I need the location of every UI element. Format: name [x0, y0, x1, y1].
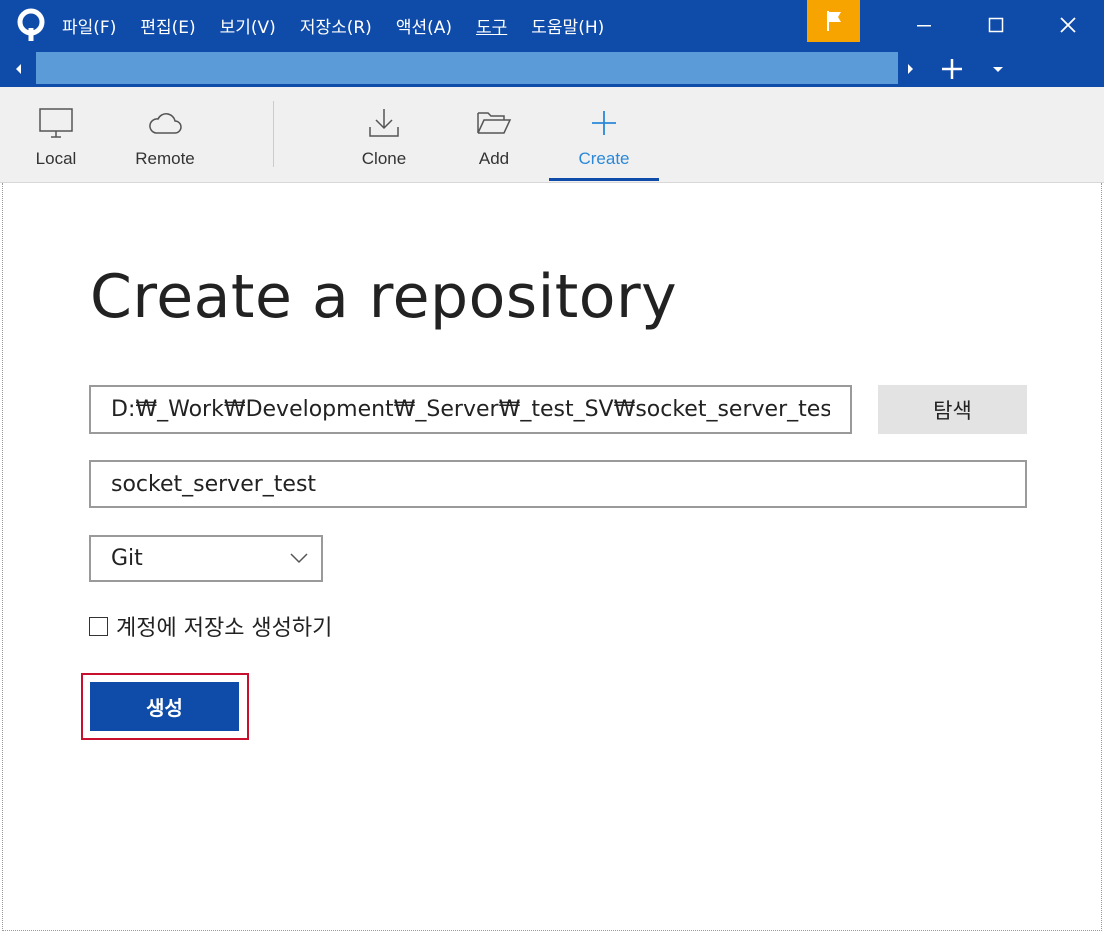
active-tab-indicator [549, 178, 659, 181]
minimize-button[interactable] [888, 0, 960, 50]
menu-actions[interactable]: 액션(A) [396, 13, 452, 38]
flag-icon [826, 11, 841, 31]
tab-add[interactable]: Add [460, 87, 528, 183]
create-remote-checkbox[interactable] [89, 616, 108, 636]
create-remote-option[interactable]: 계정에 저장소 생성하기 [89, 612, 333, 641]
folder-open-icon [476, 105, 512, 141]
menu-repository[interactable]: 저장소(R) [300, 13, 372, 38]
maximize-button[interactable] [960, 0, 1032, 50]
scroll-left-icon[interactable] [12, 60, 26, 78]
plus-icon [586, 105, 622, 141]
vcs-type-value: Git [111, 546, 143, 571]
scroll-right-icon[interactable] [903, 60, 917, 78]
browse-button[interactable]: 탐색 [878, 385, 1027, 434]
close-button[interactable] [1032, 0, 1104, 50]
tab-local[interactable]: Local [20, 87, 92, 183]
chevron-down-icon [290, 553, 308, 564]
sourcetree-logo-icon[interactable] [14, 8, 48, 42]
toolbar-divider [273, 101, 274, 167]
tab-strip[interactable] [36, 52, 898, 84]
repository-name-input[interactable] [111, 471, 1005, 497]
destination-path-field[interactable] [89, 385, 852, 434]
tab-add-label: Add [478, 149, 510, 168]
toolbar: Local Remote Clone Add Create [0, 87, 1104, 183]
menu-file[interactable]: 파일(F) [62, 13, 116, 38]
tab-bar [0, 50, 1104, 87]
tab-local-label: Local [35, 149, 77, 168]
download-icon [366, 105, 402, 141]
monitor-icon [38, 105, 74, 141]
tab-create[interactable]: Create [549, 87, 659, 183]
menu-bar: 파일(F) 편집(E) 보기(V) 저장소(R) 액션(A) 도구 도움말(H) [62, 0, 628, 50]
create-remote-label: 계정에 저장소 생성하기 [116, 616, 333, 641]
tab-remote-label: Remote [135, 149, 195, 168]
destination-path-input[interactable] [111, 397, 830, 422]
menu-view[interactable]: 보기(V) [220, 13, 276, 38]
menu-help[interactable]: 도움말(H) [531, 13, 604, 38]
menu-tools[interactable]: 도구 [476, 13, 507, 38]
cloud-icon [147, 105, 183, 141]
flag-button[interactable] [807, 0, 860, 42]
page-title: Create a repository [90, 262, 678, 332]
tab-remote[interactable]: Remote [120, 87, 210, 183]
vcs-type-select[interactable]: Git [89, 535, 323, 582]
title-bar: 파일(F) 편집(E) 보기(V) 저장소(R) 액션(A) 도구 도움말(H) [0, 0, 1104, 50]
close-icon [1060, 17, 1076, 33]
tab-list-dropdown-icon[interactable] [990, 62, 1006, 76]
tab-clone[interactable]: Clone [345, 87, 423, 183]
repository-name-field[interactable] [89, 460, 1027, 508]
create-button[interactable]: 생성 [90, 682, 239, 731]
tab-clone-label: Clone [361, 149, 407, 168]
menu-edit[interactable]: 편집(E) [140, 13, 195, 38]
new-tab-button[interactable] [937, 54, 967, 84]
tab-create-label: Create [578, 149, 630, 168]
minimize-icon [917, 25, 931, 27]
maximize-icon [988, 17, 1004, 33]
plus-icon [942, 59, 962, 79]
